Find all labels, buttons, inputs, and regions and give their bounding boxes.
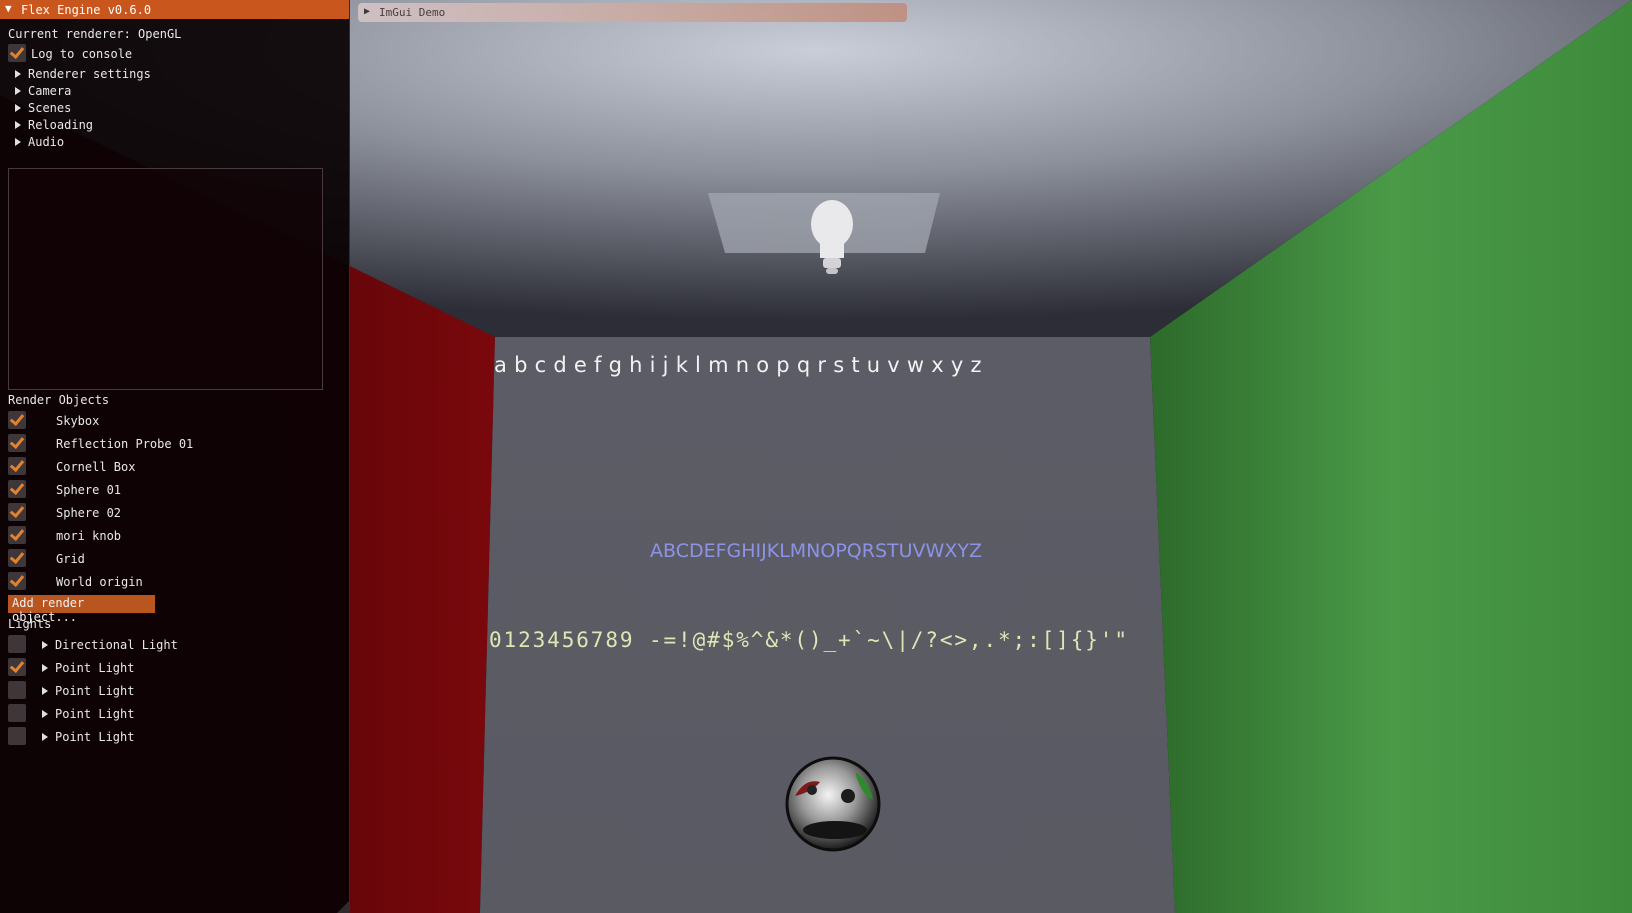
lowercase-alphabet-text: abcdefghijklmnopqrstuvwxyz [494,353,989,377]
light-item-point-4[interactable]: Point Light [42,730,134,744]
render-object-checkbox-sphere-02[interactable] [8,503,26,521]
light-checkbox-directional[interactable] [8,635,26,653]
render-object-label[interactable]: Sphere 01 [56,483,121,497]
uppercase-alphabet-text: ABCDEFGHIJKLMNOPQRSTUVWXYZ [650,540,982,562]
render-object-checkbox-world-origin[interactable] [8,572,26,590]
light-item-directional[interactable]: Directional Light [42,638,178,652]
expand-arrow-icon [15,138,21,146]
render-object-label[interactable]: Cornell Box [56,460,135,474]
section-label: Audio [28,135,65,149]
section-scenes[interactable]: Scenes [15,101,71,115]
render-object-label[interactable]: Skybox [56,414,99,428]
log-to-console-checkbox[interactable] [8,44,26,62]
light-item-point-1[interactable]: Point Light [42,661,134,675]
section-label: Reloading [28,118,94,132]
current-renderer-text: Current renderer: OpenGL [8,27,182,41]
flex-engine-panel[interactable]: ▼ Flex Engine v0.6.0 Current renderer: O… [0,0,350,913]
reflective-sphere[interactable] [785,756,881,852]
expand-arrow-icon [15,121,21,129]
lights-header: Lights [8,617,52,631]
light-checkbox-point-2[interactable] [8,681,26,699]
light-label: Directional Light [55,638,178,652]
expand-arrow-icon [15,70,21,78]
expand-arrow-icon [15,104,21,112]
add-render-object-button[interactable]: Add render object... [8,595,155,624]
light-label: Point Light [55,730,135,744]
render-object-checkbox-skybox[interactable] [8,411,26,429]
imgui-demo-title: ImGui Demo [379,6,446,19]
section-label: Camera [28,84,72,98]
light-item-point-2[interactable]: Point Light [42,684,134,698]
render-object-checkbox-grid[interactable] [8,549,26,567]
render-object-checkbox-sphere-01[interactable] [8,480,26,498]
render-objects-header: Render Objects [8,393,110,407]
light-checkbox-point-1[interactable] [8,658,26,676]
light-item-point-3[interactable]: Point Light [42,707,134,721]
imgui-demo-window-header[interactable]: ▶ ImGui Demo [358,3,907,22]
expand-arrow-icon [42,641,48,649]
render-object-label[interactable]: Grid [56,552,85,566]
section-renderer-settings[interactable]: Renderer settings [15,67,151,81]
section-audio[interactable]: Audio [15,135,64,149]
expand-arrow-icon [15,87,21,95]
symbols-text: 0123456789 -=!@#$%^&*()_+`~\|/?<>,.*;:[]… [489,628,1129,652]
section-camera[interactable]: Camera [15,84,71,98]
log-to-console-label: Log to console [31,47,133,61]
render-object-checkbox-cornell-box[interactable] [8,457,26,475]
expand-arrow-icon [42,710,48,718]
light-checkbox-point-4[interactable] [8,727,26,745]
light-label: Point Light [55,684,135,698]
render-object-checkbox-mori-knob[interactable] [8,526,26,544]
section-label: Renderer settings [28,67,151,81]
render-object-label[interactable]: Reflection Probe 01 [56,437,193,451]
collapse-arrow-icon[interactable]: ▶ [364,6,370,17]
render-object-label[interactable]: mori knob [56,529,121,543]
expand-arrow-icon [42,733,48,741]
light-label: Point Light [55,661,135,675]
panel-titlebar[interactable]: ▼ Flex Engine v0.6.0 [0,0,349,19]
console-log-frame[interactable] [8,168,323,390]
render-object-checkbox-reflection-probe[interactable] [8,434,26,452]
expand-arrow-icon [42,664,48,672]
render-object-label[interactable]: World origin [56,575,143,589]
section-reloading[interactable]: Reloading [15,118,93,132]
collapse-arrow-icon[interactable]: ▼ [5,2,12,15]
light-checkbox-point-3[interactable] [8,704,26,722]
render-object-label[interactable]: Sphere 02 [56,506,121,520]
light-label: Point Light [55,707,135,721]
section-label: Scenes [28,101,72,115]
panel-title: Flex Engine v0.6.0 [21,3,152,17]
panel-resize-grip[interactable] [337,901,349,913]
expand-arrow-icon [42,687,48,695]
